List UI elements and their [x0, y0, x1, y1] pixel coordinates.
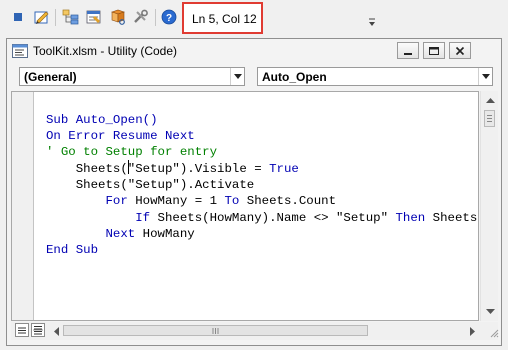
- code-line[interactable]: Sheets("Setup").Activate: [46, 177, 478, 193]
- resize-grip-icon[interactable]: [489, 328, 499, 338]
- scroll-up-icon[interactable]: [481, 92, 499, 108]
- vertical-scrollbar[interactable]: [480, 91, 498, 321]
- cursor-position-status: Ln 5, Col 12: [182, 2, 263, 34]
- toolbar-separator: [155, 9, 156, 26]
- code-comment: ' Go to Setup for entry: [46, 145, 218, 160]
- svg-text:?: ?: [166, 13, 172, 24]
- scroll-down-icon[interactable]: [481, 303, 499, 319]
- horizontal-scrollbar[interactable]: [49, 323, 479, 339]
- toolbar-options-icon[interactable]: [368, 16, 376, 28]
- code-token: Sheets.Count: [239, 194, 337, 209]
- vertical-scroll-thumb[interactable]: [484, 110, 495, 127]
- help-icon[interactable]: ?: [159, 7, 179, 27]
- code-token: Sheets("Setup").Activate: [46, 178, 255, 193]
- code-keyword: True: [269, 162, 299, 177]
- code-keyword: On Error Resume Next: [46, 129, 195, 144]
- code-line[interactable]: If Sheets(HowMany).Name <> "Setup" Then …: [46, 210, 478, 226]
- code-editor[interactable]: Sub Auto_Open() On Error Resume Next ' Go …: [11, 91, 479, 321]
- code-keyword: Sub Auto_Open(): [46, 113, 158, 127]
- code-line[interactable]: Sheets("Setup").Visible = True: [46, 160, 478, 177]
- title-bar[interactable]: ToolKit.xlsm - Utility (Code): [7, 39, 501, 63]
- chevron-down-icon[interactable]: [478, 68, 492, 85]
- properties-window-icon[interactable]: [84, 7, 104, 27]
- horizontal-scroll-thumb[interactable]: [63, 325, 368, 336]
- bottom-bar: [11, 322, 499, 340]
- code-module-icon: [12, 44, 28, 58]
- code-token: Sheets(: [46, 162, 128, 177]
- full-module-view-icon: [33, 326, 43, 335]
- full-module-view-button[interactable]: [31, 323, 45, 337]
- code-keyword: Then: [395, 210, 426, 225]
- object-dropdown-value: (General): [24, 70, 77, 84]
- toolbox-icon[interactable]: [131, 7, 151, 27]
- code-token: Sheets(HowMany).Visible = False: [432, 210, 478, 225]
- code-line[interactable]: On Error Resume Next: [46, 128, 478, 144]
- procedure-view-icon: [18, 327, 26, 334]
- restore-icon: [429, 46, 439, 55]
- code-text[interactable]: Sub Auto_Open() On Error Resume Next ' Go …: [46, 112, 478, 258]
- code-line[interactable]: Sub Auto_Open(): [46, 112, 478, 128]
- scroll-right-icon[interactable]: [463, 323, 481, 339]
- stop-icon[interactable]: [8, 7, 28, 27]
- minimize-button[interactable]: [397, 42, 419, 59]
- object-dropdown[interactable]: (General): [19, 67, 245, 86]
- code-keyword: If: [135, 210, 151, 225]
- code-line[interactable]: For HowMany = 1 To Sheets.Count: [46, 193, 478, 209]
- code-line[interactable]: End Sub: [46, 242, 478, 258]
- code-keyword: To: [224, 194, 240, 209]
- code-keyword: For: [105, 194, 128, 209]
- minimize-icon: [404, 52, 412, 55]
- design-mode-icon[interactable]: [32, 7, 52, 27]
- window-title: ToolKit.xlsm - Utility (Code): [33, 44, 178, 58]
- code-token: "Setup").Visible =: [127, 162, 270, 177]
- code-keyword: Next: [105, 226, 136, 241]
- restore-button[interactable]: [423, 42, 445, 59]
- margin-indicator-bar[interactable]: [12, 92, 34, 320]
- procedure-dropdown[interactable]: Auto_Open: [257, 67, 493, 86]
- code-line[interactable]: ' Go to Setup for entry: [46, 144, 478, 160]
- code-line[interactable]: Next HowMany: [46, 226, 478, 242]
- standard-toolbar: ? Ln 5, Col 12: [0, 0, 508, 38]
- cursor-position-text: Ln 5, Col 12: [192, 12, 257, 26]
- close-icon: [455, 46, 465, 55]
- code-token: HowMany = 1: [127, 194, 225, 209]
- close-button[interactable]: [449, 42, 471, 59]
- project-explorer-icon[interactable]: [61, 7, 81, 27]
- code-keyword: End Sub: [46, 242, 99, 257]
- object-browser-icon[interactable]: [108, 7, 128, 27]
- procedure-dropdown-value: Auto_Open: [262, 70, 327, 84]
- code-token: HowMany: [135, 226, 195, 241]
- chevron-down-icon[interactable]: [230, 68, 244, 85]
- code-token: Sheets(HowMany).Name <> "Setup": [150, 210, 396, 225]
- procedure-view-button[interactable]: [15, 323, 29, 337]
- code-window: ToolKit.xlsm - Utility (Code) (General) …: [6, 38, 502, 346]
- toolbar-separator: [55, 9, 56, 26]
